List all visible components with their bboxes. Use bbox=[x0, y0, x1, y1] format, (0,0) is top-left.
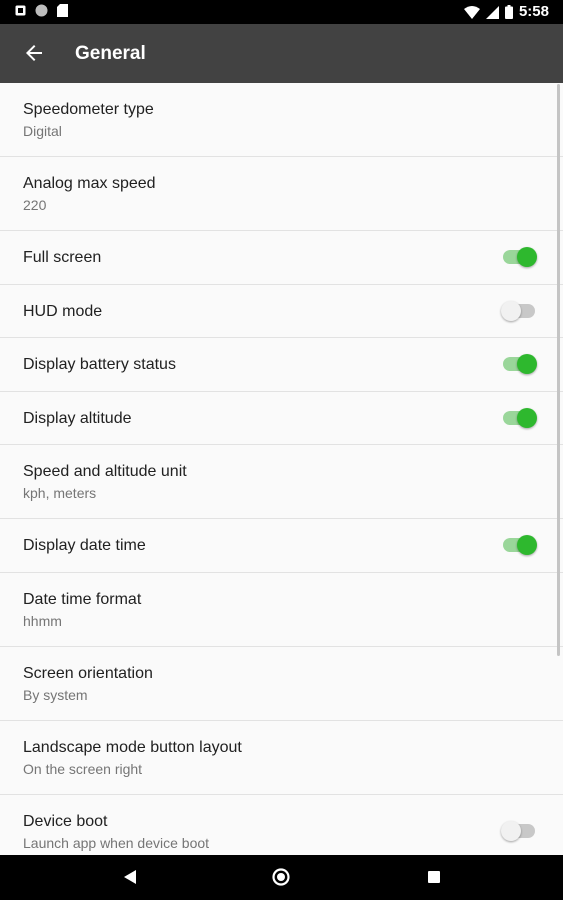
setting-screen-orientation[interactable]: Screen orientation By system bbox=[0, 647, 563, 721]
nav-home-icon bbox=[272, 868, 290, 886]
scrollbar[interactable] bbox=[557, 84, 560, 656]
setting-title: Display battery status bbox=[23, 356, 176, 373]
nav-back-icon bbox=[124, 870, 136, 884]
sim-card-icon bbox=[57, 4, 68, 17]
setting-analog-max-speed[interactable]: Analog max speed 220 bbox=[0, 157, 563, 231]
nav-back-button[interactable] bbox=[120, 867, 140, 887]
setting-summary: On the screen right bbox=[23, 760, 143, 777]
switch-thumb bbox=[517, 407, 537, 428]
nav-recents-icon bbox=[428, 871, 440, 883]
display-date-time-switch[interactable] bbox=[501, 535, 537, 556]
setting-summary: Digital bbox=[23, 123, 62, 139]
setting-speedometer-type[interactable]: Speedometer type Digital bbox=[0, 83, 563, 157]
full-screen-switch[interactable] bbox=[501, 247, 537, 268]
setting-display-date-time[interactable]: Display date time bbox=[0, 519, 563, 573]
setting-title: Speed and altitude unit bbox=[23, 463, 187, 480]
signal-icon bbox=[485, 5, 499, 19]
setting-summary: kph, meters bbox=[23, 485, 97, 501]
display-altitude-switch[interactable] bbox=[501, 407, 537, 428]
setting-title: Device boot bbox=[23, 812, 108, 830]
nav-recents-button[interactable] bbox=[424, 867, 444, 887]
switch-thumb bbox=[517, 535, 537, 556]
setting-speed-and-altitude-unit[interactable]: Speed and altitude unit kph, meters bbox=[0, 445, 563, 519]
status-right-icons: 5:58 bbox=[463, 3, 549, 21]
setting-full-screen[interactable]: Full screen bbox=[0, 231, 563, 285]
battery-icon bbox=[504, 5, 513, 19]
setting-date-time-format[interactable]: Date time format hhmm bbox=[0, 573, 563, 647]
switch-thumb bbox=[501, 300, 521, 321]
navigation-bar bbox=[0, 855, 563, 900]
setting-title: Date time format bbox=[23, 590, 142, 608]
page-title: General bbox=[75, 43, 146, 64]
setting-hud-mode[interactable]: HUD mode bbox=[0, 285, 563, 338]
setting-title: Landscape mode button layout bbox=[23, 738, 242, 756]
hud-mode-switch[interactable] bbox=[501, 300, 537, 321]
switch-thumb bbox=[517, 354, 537, 375]
setting-title: Display altitude bbox=[23, 409, 132, 427]
notification-square-icon bbox=[15, 5, 26, 16]
notification-circle-icon bbox=[35, 4, 48, 17]
arrow-back-icon bbox=[26, 45, 42, 61]
nav-home-button[interactable] bbox=[271, 867, 291, 887]
status-time: 5:58 bbox=[518, 3, 549, 20]
setting-summary: By system bbox=[23, 686, 88, 703]
switch-thumb bbox=[517, 247, 537, 268]
setting-title: HUD mode bbox=[23, 302, 103, 320]
setting-landscape-mode-button-layout[interactable]: Landscape mode button layout On the scre… bbox=[0, 721, 563, 795]
back-button[interactable] bbox=[14, 33, 54, 73]
setting-display-altitude[interactable]: Display altitude bbox=[0, 392, 563, 445]
settings-list: Speedometer type Digital Analog max spee… bbox=[0, 83, 563, 869]
device-boot-switch[interactable] bbox=[501, 821, 537, 841]
status-left-icons bbox=[15, 4, 68, 17]
setting-display-battery-status[interactable]: Display battery status bbox=[0, 338, 563, 392]
wifi-icon bbox=[463, 5, 480, 19]
setting-title: Speedometer type bbox=[23, 101, 154, 118]
setting-title: Display date time bbox=[23, 537, 146, 554]
status-bar: 5:58 bbox=[0, 0, 563, 24]
setting-title: Full screen bbox=[23, 249, 102, 266]
app-bar: General bbox=[0, 24, 563, 83]
setting-summary: 220 bbox=[23, 197, 47, 213]
setting-summary: Launch app when device boot bbox=[23, 834, 210, 851]
setting-title: Screen orientation bbox=[23, 664, 153, 682]
setting-title: Analog max speed bbox=[23, 175, 156, 192]
setting-summary: hhmm bbox=[23, 612, 62, 629]
switch-thumb bbox=[501, 821, 521, 841]
display-battery-status-switch[interactable] bbox=[501, 354, 537, 375]
